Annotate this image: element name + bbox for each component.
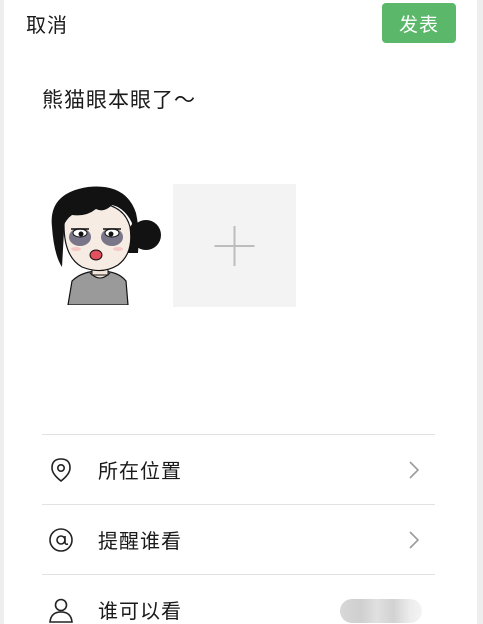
plus-icon — [214, 226, 255, 266]
remind-who-row[interactable]: 提醒谁看 — [42, 505, 435, 575]
person-icon — [49, 598, 73, 623]
location-label: 所在位置 — [98, 459, 182, 483]
who-can-see-row[interactable]: 谁可以看 — [42, 575, 435, 624]
publish-button[interactable]: 发表 — [382, 3, 456, 43]
who-can-see-label: 谁可以看 — [98, 599, 182, 623]
remind-who-label: 提醒谁看 — [98, 529, 182, 553]
who-can-see-value-blurred — [340, 599, 422, 623]
chevron-right-icon — [409, 531, 419, 549]
cancel-button[interactable]: 取消 — [26, 9, 68, 38]
at-sign-icon — [49, 528, 73, 552]
chevron-right-icon — [409, 461, 419, 479]
attached-photo[interactable] — [42, 183, 162, 306]
compose-moment-screen: 取消 发表 熊猫眼本眼了～ 所在位置 提醒谁看 谁可以看 — [4, 0, 477, 624]
add-photo-button[interactable] — [173, 184, 296, 307]
right-gutter — [477, 0, 483, 624]
location-row[interactable]: 所在位置 — [42, 435, 435, 505]
post-text[interactable]: 熊猫眼本眼了～ — [42, 84, 196, 114]
location-pin-icon — [51, 458, 71, 483]
cartoon-girl-image — [51, 186, 161, 306]
